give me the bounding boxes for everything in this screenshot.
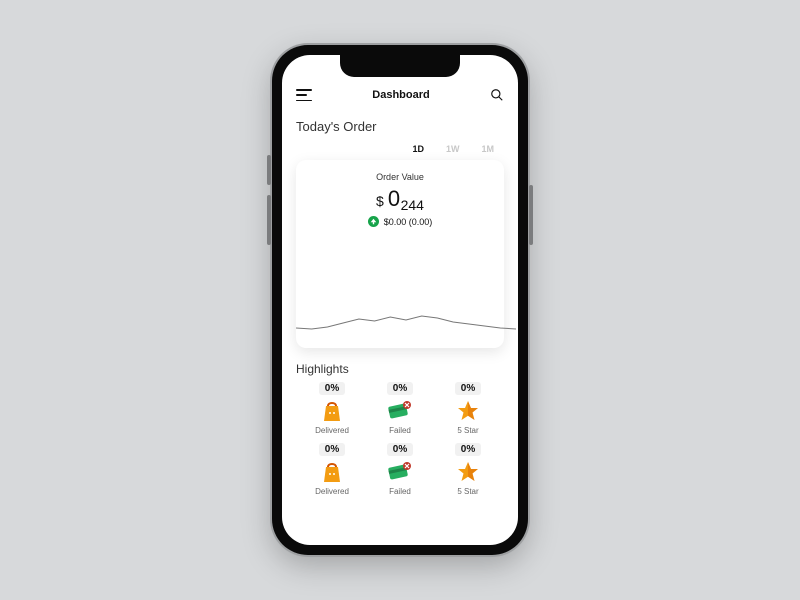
app-header: Dashboard [282,81,518,109]
highlight-pct: 0% [319,443,345,456]
bag-icon [319,398,345,424]
highlight-pct: 0% [387,443,413,456]
sparkline-chart [296,284,516,334]
content: Today's Order 1D 1W 1M Order Value $ 0 2… [282,115,518,545]
card-fail-icon [387,398,413,424]
value-sub: 244 [401,197,424,213]
currency-symbol: $ [376,193,384,209]
card-fail-icon [387,459,413,485]
delta-text: $0.00 (0.00) [384,217,433,227]
highlights-row-2: 0% Delivered 0% Failed 0% [296,443,504,496]
screen: Dashboard Today's Order 1D 1W 1M Order V… [282,55,518,545]
highlight-label: Failed [389,487,411,496]
highlight-delivered[interactable]: 0% Delivered [302,443,362,496]
highlight-5star[interactable]: 0% 5 Star [438,382,498,435]
star-icon [455,459,481,485]
phone-frame: Dashboard Today's Order 1D 1W 1M Order V… [272,45,528,555]
stage: Dashboard Today's Order 1D 1W 1M Order V… [0,0,800,600]
highlight-label: Delivered [315,487,349,496]
highlight-pct: 0% [387,382,413,395]
tab-1m[interactable]: 1M [481,144,494,154]
order-value-card: Order Value $ 0 244 $0.00 (0.00) [296,160,504,348]
highlight-5star[interactable]: 0% 5 Star [438,443,498,496]
delta-row: $0.00 (0.00) [306,216,494,227]
highlight-pct: 0% [455,382,481,395]
power-button-decor [529,185,533,245]
section-title: Today's Order [296,119,504,134]
highlight-label: 5 Star [457,487,478,496]
range-tabs: 1D 1W 1M [296,144,504,154]
highlight-pct: 0% [319,382,345,395]
page-title: Dashboard [372,89,429,101]
bag-icon [319,459,345,485]
highlight-delivered[interactable]: 0% Delivered [302,382,362,435]
tab-1d[interactable]: 1D [412,144,424,154]
card-value: $ 0 244 [306,186,494,212]
card-label: Order Value [306,172,494,182]
highlight-label: Delivered [315,426,349,435]
tab-1w[interactable]: 1W [446,144,460,154]
value-main: 0 [388,186,401,212]
highlight-label: 5 Star [457,426,478,435]
star-icon [455,398,481,424]
up-arrow-icon [368,216,379,227]
notch [340,55,460,77]
search-icon[interactable] [490,88,504,102]
highlights-title: Highlights [296,362,504,376]
highlight-pct: 0% [455,443,481,456]
highlight-label: Failed [389,426,411,435]
highlight-failed[interactable]: 0% Failed [370,382,430,435]
highlight-failed[interactable]: 0% Failed [370,443,430,496]
menu-icon[interactable] [296,89,312,101]
highlights-row-1: 0% Delivered 0% Failed 0% [296,382,504,435]
